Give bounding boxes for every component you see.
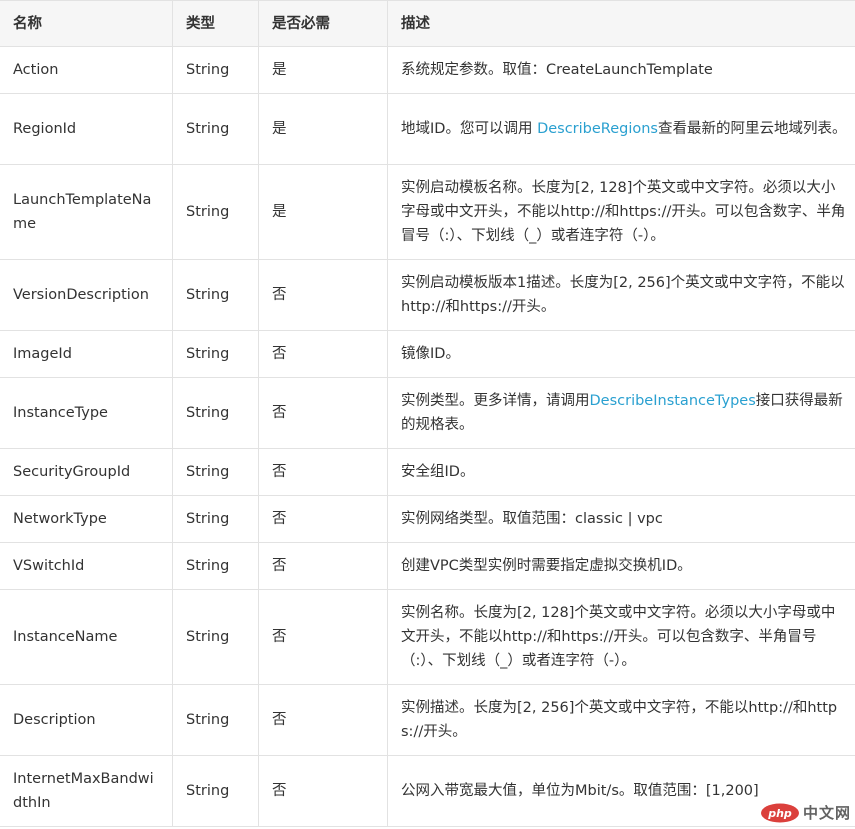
param-description: 实例网络类型。取值范围：classic | vpc xyxy=(387,495,855,543)
param-name: InstanceType xyxy=(0,377,173,449)
table-row: Action String 是 系统规定参数。取值：CreateLaunchTe… xyxy=(0,46,855,94)
param-description: 实例启动模板名称。长度为[2, 128]个英文或中文字符。必须以大小字母或中文开… xyxy=(387,164,855,260)
param-name: RegionId xyxy=(0,93,173,165)
param-name: InstanceName xyxy=(0,589,173,685)
param-required: 否 xyxy=(258,377,388,449)
param-name: Action xyxy=(0,46,173,94)
param-required: 是 xyxy=(258,46,388,94)
param-required: 否 xyxy=(258,684,388,756)
param-required: 是 xyxy=(258,93,388,165)
description-text: 安全组ID。 xyxy=(401,464,475,480)
header-description: 描述 xyxy=(387,0,855,47)
param-type: String xyxy=(172,93,259,165)
param-name: LaunchTemplateName xyxy=(0,164,173,260)
param-name: VSwitchId xyxy=(0,542,173,590)
param-required: 否 xyxy=(258,542,388,590)
param-required: 否 xyxy=(258,589,388,685)
param-description: 创建VPC类型实例时需要指定虚拟交换机ID。 xyxy=(387,542,855,590)
header-name: 名称 xyxy=(0,0,173,47)
param-type: String xyxy=(172,377,259,449)
table-row: ImageId String 否 镜像ID。 xyxy=(0,330,855,378)
param-required: 是 xyxy=(258,164,388,260)
param-type: String xyxy=(172,755,259,827)
table-row: RegionId String 是 地域ID。您可以调用 DescribeReg… xyxy=(0,93,855,165)
param-type: String xyxy=(172,259,259,331)
param-type: String xyxy=(172,684,259,756)
param-description: 实例启动模板版本1描述。长度为[2, 256]个英文或中文字符，不能以http:… xyxy=(387,259,855,331)
param-description: 实例描述。长度为[2, 256]个英文或中文字符，不能以http://和http… xyxy=(387,684,855,756)
describe-regions-link[interactable]: DescribeRegions xyxy=(537,121,658,137)
param-description: 地域ID。您可以调用 DescribeRegions查看最新的阿里云地域列表。 xyxy=(387,93,855,165)
php-logo-icon: php xyxy=(760,803,799,822)
param-required: 否 xyxy=(258,330,388,378)
param-type: String xyxy=(172,330,259,378)
description-text: 实例名称。长度为[2, 128]个英文或中文字符。必须以大小字母或中文开头，不能… xyxy=(401,605,836,669)
table-row: Description String 否 实例描述。长度为[2, 256]个英文… xyxy=(0,684,855,756)
param-description: 镜像ID。 xyxy=(387,330,855,378)
header-required: 是否必需 xyxy=(258,0,388,47)
description-text: 实例启动模板名称。长度为[2, 128]个英文或中文字符。必须以大小字母或中文开… xyxy=(401,180,846,244)
table-row: VersionDescription String 否 实例启动模板版本1描述。… xyxy=(0,259,855,331)
param-required: 否 xyxy=(258,259,388,331)
param-description: 安全组ID。 xyxy=(387,448,855,496)
parameters-table: 名称 类型 是否必需 描述 Action String 是 系统规定参数。取值：… xyxy=(0,0,855,827)
table-row: NetworkType String 否 实例网络类型。取值范围：classic… xyxy=(0,495,855,543)
param-type: String xyxy=(172,495,259,543)
site-watermark: php 中文网 xyxy=(760,802,851,823)
param-name: VersionDescription xyxy=(0,259,173,331)
param-required: 否 xyxy=(258,448,388,496)
param-name: SecurityGroupId xyxy=(0,448,173,496)
param-description: 系统规定参数。取值：CreateLaunchTemplate xyxy=(387,46,855,94)
description-text: 实例网络类型。取值范围：classic | vpc xyxy=(401,511,663,527)
param-description: 实例类型。更多详情，请调用DescribeInstanceTypes接口获得最新… xyxy=(387,377,855,449)
description-text: 实例描述。长度为[2, 256]个英文或中文字符，不能以http://和http… xyxy=(401,700,838,740)
param-description: 实例名称。长度为[2, 128]个英文或中文字符。必须以大小字母或中文开头，不能… xyxy=(387,589,855,685)
watermark-site-text: 中文网 xyxy=(802,804,851,822)
description-text-after: 查看最新的阿里云地域列表。 xyxy=(657,121,847,137)
php-logo-text: php xyxy=(767,807,792,820)
description-text: 实例类型。更多详情，请调用 xyxy=(401,393,590,409)
table-row: LaunchTemplateName String 是 实例启动模板名称。长度为… xyxy=(0,164,855,260)
description-text: 实例启动模板版本1描述。长度为[2, 256]个英文或中文字符，不能以http:… xyxy=(401,275,845,315)
table-row: SecurityGroupId String 否 安全组ID。 xyxy=(0,448,855,496)
description-text: 地域ID。您可以调用 xyxy=(401,121,538,137)
table-row: InstanceName String 否 实例名称。长度为[2, 128]个英… xyxy=(0,589,855,685)
param-name: Description xyxy=(0,684,173,756)
param-required: 否 xyxy=(258,495,388,543)
param-type: String xyxy=(172,448,259,496)
param-type: String xyxy=(172,542,259,590)
header-type: 类型 xyxy=(172,0,259,47)
table-header-row: 名称 类型 是否必需 描述 xyxy=(0,0,855,47)
param-required: 否 xyxy=(258,755,388,827)
description-text: 镜像ID。 xyxy=(401,346,460,362)
param-type: String xyxy=(172,164,259,260)
table-row: VSwitchId String 否 创建VPC类型实例时需要指定虚拟交换机ID… xyxy=(0,542,855,590)
param-name: InternetMaxBandwidthIn xyxy=(0,755,173,827)
table-row: InternetMaxBandwidthIn String 否 公网入带宽最大值… xyxy=(0,755,855,827)
param-name: NetworkType xyxy=(0,495,173,543)
description-text: 公网入带宽最大值，单位为Mbit/s。取值范围：[1,200] xyxy=(401,783,759,799)
table-row: InstanceType String 否 实例类型。更多详情，请调用Descr… xyxy=(0,377,855,449)
describe-instance-types-link[interactable]: DescribeInstanceTypes xyxy=(590,393,756,409)
param-name: ImageId xyxy=(0,330,173,378)
param-type: String xyxy=(172,46,259,94)
param-type: String xyxy=(172,589,259,685)
description-text: 创建VPC类型实例时需要指定虚拟交换机ID。 xyxy=(401,558,692,574)
description-text: 系统规定参数。取值：CreateLaunchTemplate xyxy=(401,62,713,78)
